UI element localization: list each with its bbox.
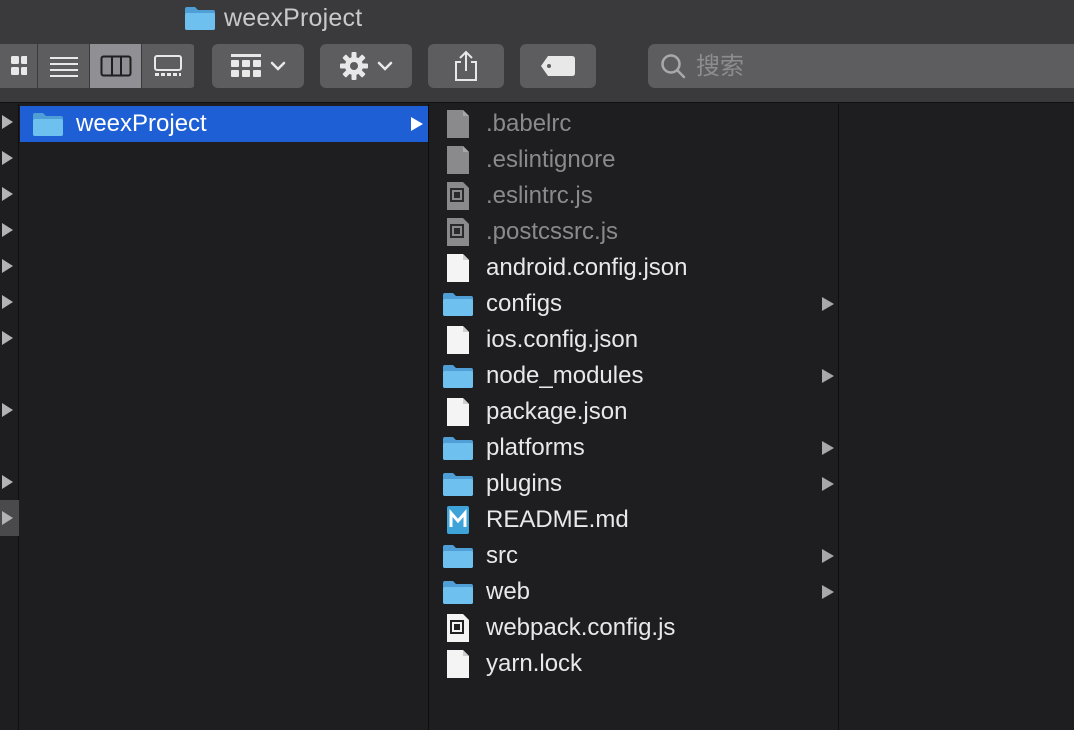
- folder-icon: [442, 469, 474, 499]
- item-name: .postcssrc.js: [486, 218, 619, 245]
- markdown-file-icon: [442, 505, 474, 535]
- disclosure-arrow-icon[interactable]: [2, 295, 13, 309]
- search-input[interactable]: [696, 52, 1016, 80]
- disclosure-arrow-icon[interactable]: [2, 475, 13, 489]
- disclosure-arrow-icon[interactable]: [2, 403, 13, 417]
- folder-icon: [442, 289, 474, 319]
- item-name: configs: [486, 290, 563, 317]
- list-icon: [49, 57, 78, 77]
- disclosure-arrow-icon[interactable]: [2, 151, 13, 165]
- item-name: android.config.json: [486, 254, 688, 281]
- file-row[interactable]: webpack.config.js: [430, 610, 838, 646]
- folder-row[interactable]: src: [430, 538, 838, 574]
- folder-row[interactable]: web: [430, 574, 838, 610]
- folder-icon: [185, 7, 215, 30]
- list-view-button[interactable]: [38, 44, 90, 88]
- item-name: README.md: [486, 506, 629, 533]
- file-row[interactable]: ios.config.json: [430, 322, 838, 358]
- item-name: yarn.lock: [486, 650, 583, 677]
- file-row[interactable]: .babelrc: [430, 106, 838, 142]
- disclosure-arrow-icon[interactable]: [2, 223, 13, 237]
- gallery-icon: [154, 55, 182, 76]
- grid-icon: [10, 56, 27, 75]
- disclosure-arrow-icon: [822, 441, 834, 455]
- document-icon: [442, 109, 474, 139]
- js-file-icon: [442, 217, 474, 247]
- js-file-icon: [442, 613, 474, 643]
- item-name: package.json: [486, 398, 628, 425]
- folder-icon: [32, 109, 64, 139]
- column-view-button[interactable]: [90, 44, 142, 88]
- file-row[interactable]: yarn.lock: [430, 646, 838, 682]
- disclosure-arrow-icon[interactable]: [2, 259, 13, 273]
- gear-icon: [340, 52, 368, 80]
- file-row[interactable]: .eslintrc.js: [430, 178, 838, 214]
- document-icon: [442, 649, 474, 679]
- gallery-view-button[interactable]: [142, 44, 194, 88]
- file-row[interactable]: .eslintignore: [430, 142, 838, 178]
- file-row[interactable]: android.config.json: [430, 250, 838, 286]
- window-title: weexProject: [184, 3, 362, 33]
- document-icon: [442, 253, 474, 283]
- item-name: platforms: [486, 434, 585, 461]
- group-by-button[interactable]: [212, 44, 304, 88]
- chevron-down-icon: [377, 61, 393, 71]
- item-name: src: [486, 542, 518, 569]
- search-icon: [661, 54, 686, 79]
- disclosure-arrow-icon[interactable]: [2, 187, 13, 201]
- document-icon: [442, 325, 474, 355]
- finder-toolbar: weexProject: [0, 0, 1074, 103]
- view-mode-control: [0, 44, 196, 88]
- window-title-text: weexProject: [224, 3, 363, 32]
- disclosure-arrow-icon[interactable]: [2, 511, 13, 525]
- columns-icon: [100, 55, 131, 77]
- item-name: node_modules: [486, 362, 644, 389]
- item-name: .eslintignore: [486, 146, 616, 173]
- tag-icon: [541, 56, 575, 76]
- share-button[interactable]: [428, 44, 504, 88]
- disclosure-arrow-icon: [822, 477, 834, 491]
- item-name: webpack.config.js: [486, 614, 676, 641]
- disclosure-arrow-icon[interactable]: [2, 331, 13, 345]
- chevron-down-icon: [270, 61, 286, 71]
- disclosure-arrow-icon[interactable]: [2, 115, 13, 129]
- folder-row[interactable]: weexProject: [20, 106, 428, 142]
- folder-icon: [442, 361, 474, 391]
- folder-row[interactable]: node_modules: [430, 358, 838, 394]
- item-name: plugins: [486, 470, 563, 497]
- tag-button[interactable]: [520, 44, 596, 88]
- icon-view-button[interactable]: [0, 44, 38, 88]
- document-icon: [442, 145, 474, 175]
- item-name: .babelrc: [486, 110, 572, 137]
- parent-column: [0, 104, 19, 730]
- folder-row[interactable]: plugins: [430, 466, 838, 502]
- column-2: .babelrc .eslintignore .eslintrc.js .postcs…: [430, 104, 839, 730]
- item-name: weexProject: [76, 110, 207, 137]
- item-name: .eslintrc.js: [486, 182, 593, 209]
- group-by-icon: [231, 54, 261, 77]
- share-icon: [455, 50, 477, 81]
- item-name: ios.config.json: [486, 326, 639, 353]
- column-1: weexProject: [20, 104, 429, 730]
- file-row[interactable]: package.json: [430, 394, 838, 430]
- disclosure-arrow-icon: [411, 117, 423, 131]
- column-3: [840, 104, 1074, 730]
- disclosure-arrow-icon: [822, 549, 834, 563]
- file-row[interactable]: README.md: [430, 502, 838, 538]
- js-file-icon: [442, 181, 474, 211]
- file-row[interactable]: .postcssrc.js: [430, 214, 838, 250]
- folder-icon: [442, 433, 474, 463]
- document-icon: [442, 397, 474, 427]
- folder-row[interactable]: platforms: [430, 430, 838, 466]
- folder-row[interactable]: configs: [430, 286, 838, 322]
- disclosure-arrow-icon: [822, 585, 834, 599]
- search-field[interactable]: [648, 44, 1074, 88]
- disclosure-arrow-icon: [822, 297, 834, 311]
- disclosure-arrow-icon: [822, 369, 834, 383]
- folder-icon: [442, 577, 474, 607]
- action-menu-button[interactable]: [320, 44, 412, 88]
- folder-icon: [442, 541, 474, 571]
- item-name: web: [486, 578, 531, 605]
